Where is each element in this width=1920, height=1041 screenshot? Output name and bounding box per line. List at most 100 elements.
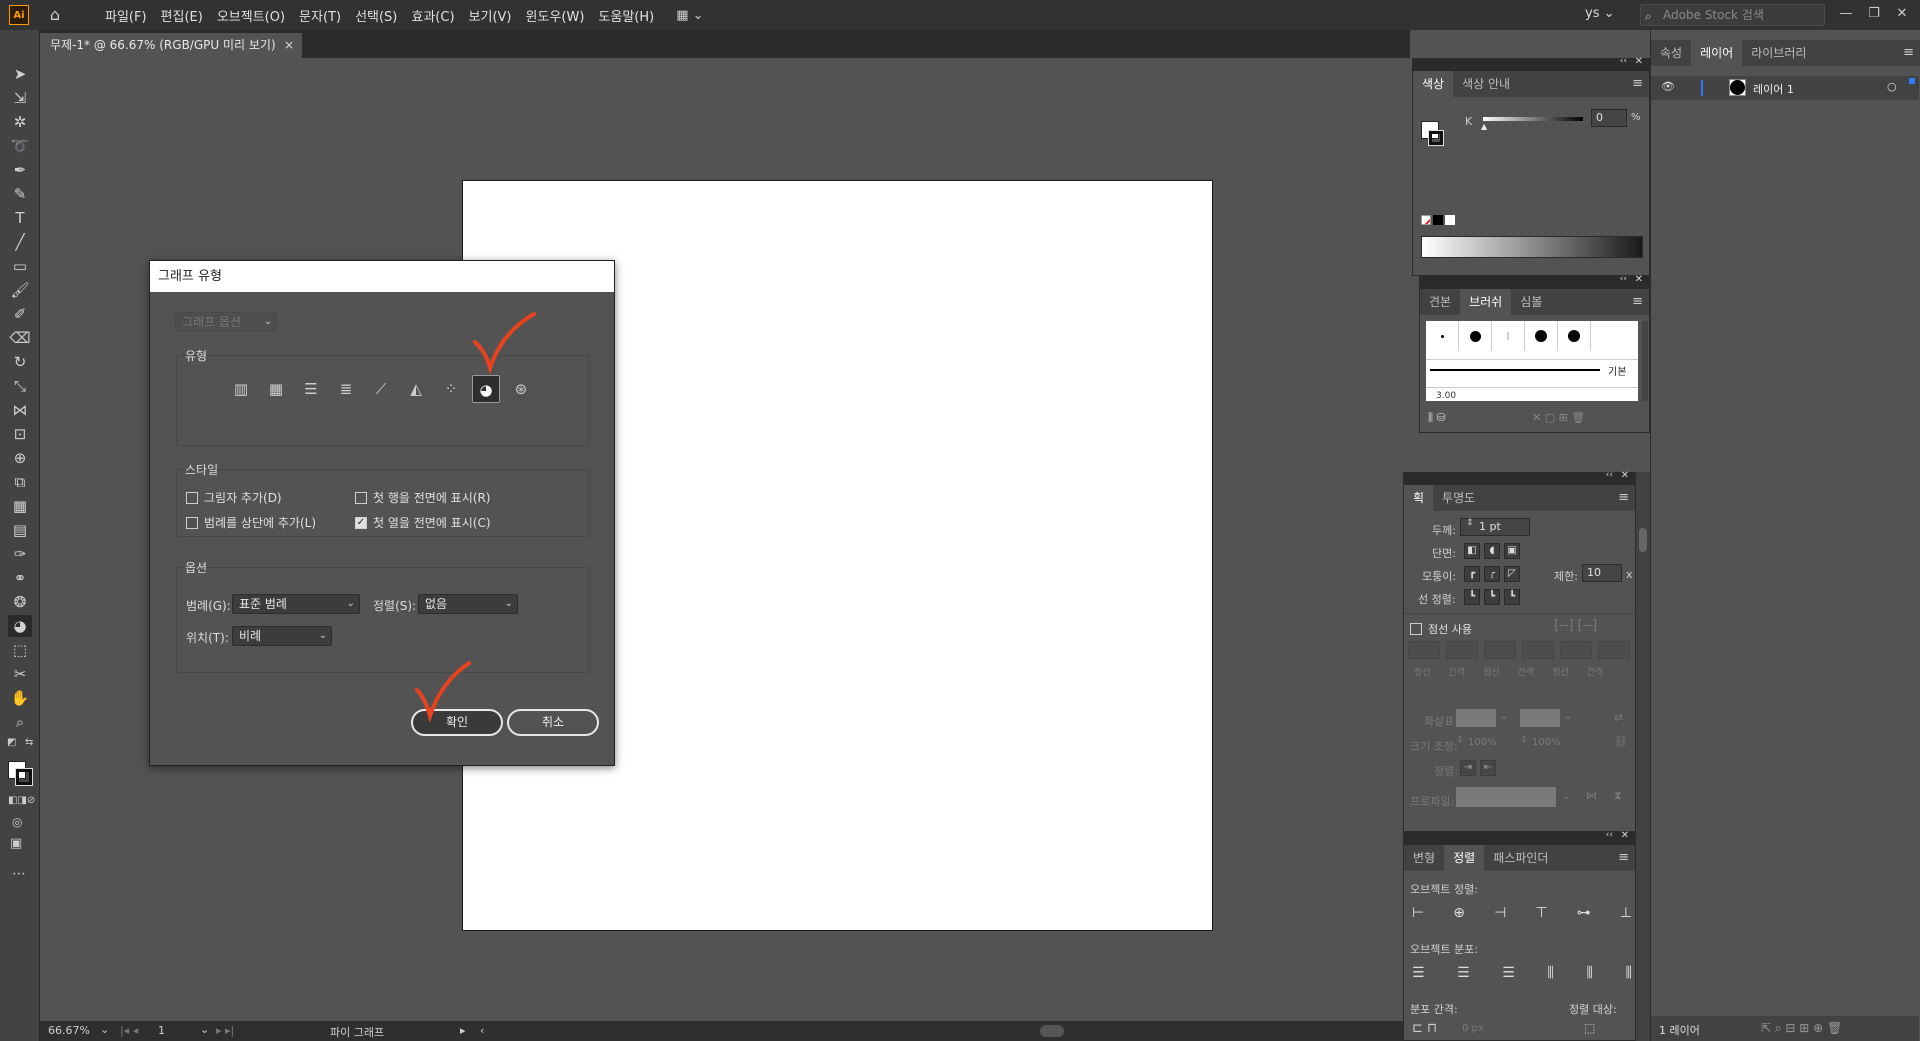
collapse-icon[interactable]: ‹‹ bbox=[1606, 470, 1613, 480]
menu-object[interactable]: 오브젝트(O) bbox=[217, 6, 285, 25]
artboard-dropdown-icon[interactable]: ⌄ bbox=[200, 1023, 209, 1036]
align-right-icon[interactable]: ⊣ bbox=[1494, 905, 1506, 921]
align-center-icon[interactable]: ┗ bbox=[1464, 589, 1480, 605]
distribute-right-icon[interactable]: ⫼ bbox=[1625, 965, 1631, 981]
tab-layers[interactable]: 레이어 bbox=[1691, 40, 1743, 66]
arrow-end-dropdown[interactable] bbox=[1520, 709, 1560, 727]
spacing-icons[interactable]: ⊏ ⊓ bbox=[1412, 1021, 1437, 1036]
tab-transform[interactable]: 변형 bbox=[1404, 845, 1444, 871]
arrow-start-dropdown[interactable] bbox=[1456, 709, 1496, 727]
align-panel-scrollbar[interactable] bbox=[1636, 832, 1650, 1041]
distribute-vcenter-icon[interactable]: ☰ bbox=[1457, 965, 1470, 981]
align-outside-icon[interactable]: ┗ bbox=[1504, 589, 1520, 605]
hand-tool-icon[interactable]: ✋ bbox=[8, 687, 32, 709]
layer-actions-icons[interactable]: ⇱ ⌕ ⊟ ⊞ ⊕ 🗑 bbox=[1761, 1021, 1842, 1036]
none-swatch-icon[interactable] bbox=[1421, 215, 1431, 225]
zoom-tool-icon[interactable]: ⌕ bbox=[8, 711, 32, 733]
menu-window[interactable]: 윈도우(W) bbox=[526, 6, 585, 25]
dash-preserve-icons[interactable]: [‑‑] [‑‑] bbox=[1554, 618, 1597, 633]
panel-menu-icon[interactable]: ≡ bbox=[1903, 45, 1914, 60]
tab-stroke[interactable]: 획 bbox=[1404, 485, 1434, 511]
last-artboard-icon[interactable]: ▸ ▸| bbox=[216, 1024, 234, 1037]
basic-brush-stroke[interactable] bbox=[1430, 369, 1600, 371]
flip-along-icon[interactable]: ⋈ bbox=[1586, 789, 1597, 802]
artboard-tool-icon[interactable]: ⬚ bbox=[8, 639, 32, 661]
bar-graph-icon[interactable]: ☰ bbox=[297, 375, 325, 403]
user-menu[interactable]: ys ⌄ bbox=[1585, 6, 1615, 21]
align-top-icon[interactable]: ⊤ bbox=[1535, 905, 1547, 921]
panel-scrollbar[interactable] bbox=[1636, 472, 1650, 832]
dash-input-1[interactable] bbox=[1408, 641, 1440, 659]
brush-dot-small[interactable] bbox=[1426, 321, 1459, 351]
slice-tool-icon[interactable]: ✂ bbox=[8, 663, 32, 685]
panel-menu-icon[interactable]: ≡ bbox=[1618, 490, 1629, 505]
scroll-left-icon[interactable]: ‹ bbox=[480, 1024, 484, 1037]
tab-align[interactable]: 정렬 bbox=[1444, 845, 1485, 871]
menu-edit[interactable]: 편집(E) bbox=[161, 6, 203, 25]
close-tab-icon[interactable]: × bbox=[284, 33, 294, 58]
black-swatch[interactable] bbox=[1433, 215, 1443, 225]
stepper-icon[interactable]: ⇕ bbox=[1520, 735, 1528, 745]
align-to-selection-icon[interactable]: ⬚ bbox=[1584, 1021, 1595, 1035]
free-transform-tool-icon[interactable]: ⊡ bbox=[8, 423, 32, 445]
flip-across-icon[interactable]: ⧗ bbox=[1614, 789, 1622, 803]
minimize-icon[interactable]: — bbox=[1834, 3, 1858, 27]
menu-help[interactable]: 도움말(H) bbox=[598, 6, 654, 25]
k-value-input[interactable]: 0 bbox=[1591, 109, 1627, 127]
align-inside-icon[interactable]: ┗ bbox=[1484, 589, 1500, 605]
round-join-icon[interactable]: ╭ bbox=[1484, 566, 1500, 582]
tab-symbols[interactable]: 심볼 bbox=[1511, 289, 1551, 315]
brush-library-icon[interactable]: ⫼ ⛁ bbox=[1428, 411, 1446, 425]
stock-search-input[interactable]: ⌕ Adobe Stock 검색 bbox=[1640, 4, 1825, 26]
status-menu-icon[interactable]: ▸ bbox=[460, 1024, 466, 1037]
menu-file[interactable]: 파일(F) bbox=[105, 6, 147, 25]
zoom-dropdown-icon[interactable]: ⌄ bbox=[100, 1023, 109, 1036]
lasso-tool-icon[interactable]: ➰ bbox=[8, 135, 32, 157]
rotate-tool-icon[interactable]: ↻ bbox=[8, 351, 32, 373]
shaper-tool-icon[interactable]: ✐ bbox=[8, 303, 32, 325]
position-dropdown[interactable]: 비례 ⌄ bbox=[232, 626, 332, 646]
tab-brushes[interactable]: 브러쉬 bbox=[1460, 289, 1512, 315]
tab-color[interactable]: 색상 bbox=[1413, 71, 1454, 97]
stepper-icon[interactable]: ⇕ bbox=[1456, 735, 1464, 745]
brush-dot-large-2[interactable] bbox=[1558, 321, 1591, 351]
perspective-grid-tool-icon[interactable]: ⧉ bbox=[8, 471, 32, 493]
stroke-swatch[interactable] bbox=[1428, 130, 1444, 146]
profile-dropdown[interactable] bbox=[1456, 787, 1556, 807]
gap-input-1[interactable] bbox=[1446, 641, 1478, 659]
close-panel-icon[interactable]: ✕ bbox=[1635, 56, 1643, 67]
first-column-in-front-box[interactable]: ✓ bbox=[355, 516, 367, 529]
menu-type[interactable]: 문자(T) bbox=[299, 6, 341, 25]
tab-libraries[interactable]: 라이브러리 bbox=[1742, 40, 1815, 66]
legend-on-top-box[interactable] bbox=[186, 516, 198, 529]
dash-input-2[interactable] bbox=[1484, 641, 1516, 659]
dashed-line-box[interactable] bbox=[1410, 623, 1422, 635]
legend-on-top-checkbox[interactable]: 범례를 상단에 추가(L) bbox=[186, 514, 316, 531]
cancel-button[interactable]: 취소 bbox=[507, 709, 599, 736]
shape-builder-tool-icon[interactable]: ⊕ bbox=[8, 447, 32, 469]
align-bottom-icon[interactable]: ⊥ bbox=[1620, 905, 1632, 921]
swap-arrows-icon[interactable]: ⇄ bbox=[1614, 711, 1623, 724]
drop-shadow-box[interactable] bbox=[186, 491, 198, 504]
screen-mode-icon[interactable]: ▣ bbox=[10, 836, 22, 851]
curvature-tool-icon[interactable]: ✎ bbox=[8, 183, 32, 205]
menu-view[interactable]: 보기(V) bbox=[469, 6, 512, 25]
align-left-icon[interactable]: ⊢ bbox=[1412, 905, 1424, 921]
area-graph-icon[interactable]: ◭ bbox=[402, 375, 430, 403]
distribute-left-icon[interactable]: ⫼ bbox=[1547, 965, 1553, 981]
butt-cap-icon[interactable]: ◧ bbox=[1464, 543, 1480, 559]
gap-input-2[interactable] bbox=[1522, 641, 1554, 659]
tab-transparency[interactable]: 투명도 bbox=[1433, 485, 1484, 511]
first-column-in-front-checkbox[interactable]: ✓ 첫 열을 전면에 표시(C) bbox=[355, 514, 491, 531]
scale-start-value[interactable]: 100% bbox=[1468, 737, 1497, 748]
horizontal-scrollbar[interactable] bbox=[1040, 1025, 1064, 1037]
collapse-icon[interactable]: ‹‹ bbox=[1606, 830, 1613, 840]
pen-tool-icon[interactable]: ✒ bbox=[8, 159, 32, 181]
tab-pathfinder[interactable]: 패스파인더 bbox=[1484, 845, 1557, 871]
blend-tool-icon[interactable]: ⚭ bbox=[8, 567, 32, 589]
brush-actions-icons[interactable]: ✕ ▢ ⊞ 🗑 bbox=[1532, 411, 1585, 424]
artboard-number[interactable]: 1 bbox=[158, 1024, 165, 1037]
graph-options-dropdown[interactable]: 그래프 옵션 ⌄ bbox=[175, 312, 277, 332]
menu-select[interactable]: 선택(S) bbox=[355, 6, 397, 25]
eraser-tool-icon[interactable]: ⌫ bbox=[8, 327, 32, 349]
